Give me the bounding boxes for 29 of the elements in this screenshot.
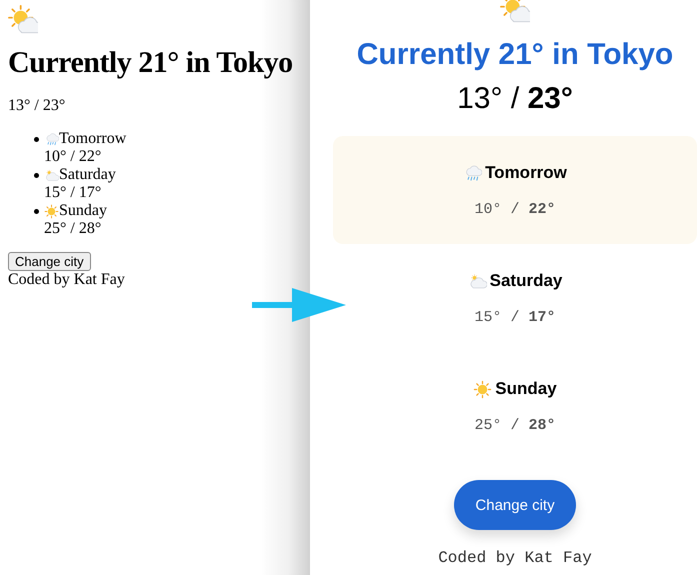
bullet-icon bbox=[34, 173, 39, 178]
bullet-icon bbox=[34, 137, 39, 142]
day-temperature: 15° / 17° bbox=[474, 308, 556, 328]
arrow-icon bbox=[252, 288, 346, 322]
day-temperature: 25° / 28° bbox=[44, 220, 102, 238]
city-title: Currently 21° in Tokyo bbox=[8, 45, 293, 81]
rain-cloud-icon bbox=[44, 132, 59, 146]
footer-credit: Coded by Kat Fay bbox=[438, 548, 592, 568]
day-temperature: 10° / 22° bbox=[474, 200, 556, 220]
sun-icon bbox=[473, 380, 492, 398]
footer-credit: Coded by Kat Fay bbox=[8, 271, 126, 289]
day-name: Saturday bbox=[59, 166, 116, 184]
temperature-range: 13° / 23° bbox=[457, 81, 573, 117]
sun-cloud-icon bbox=[500, 0, 530, 24]
day-name: Sunday bbox=[495, 378, 557, 400]
sun-cloud-icon bbox=[8, 5, 38, 35]
day-temperature: 15° / 17° bbox=[44, 184, 102, 202]
day-name: Saturday bbox=[490, 270, 562, 292]
bullet-icon bbox=[34, 209, 39, 214]
change-city-button[interactable]: Change city bbox=[8, 252, 91, 271]
day-name: Sunday bbox=[59, 202, 107, 220]
sun-icon bbox=[44, 204, 59, 218]
day-temperature: 25° / 28° bbox=[474, 416, 556, 436]
day-name: Tomorrow bbox=[59, 130, 126, 148]
city-title: Currently 21° in Tokyo bbox=[356, 37, 674, 73]
change-city-button[interactable]: Change city bbox=[454, 480, 576, 530]
day-name: Tomorrow bbox=[485, 162, 567, 184]
day-temperature: 10° / 22° bbox=[44, 148, 102, 166]
temperature-range: 13° / 23° bbox=[8, 97, 66, 115]
